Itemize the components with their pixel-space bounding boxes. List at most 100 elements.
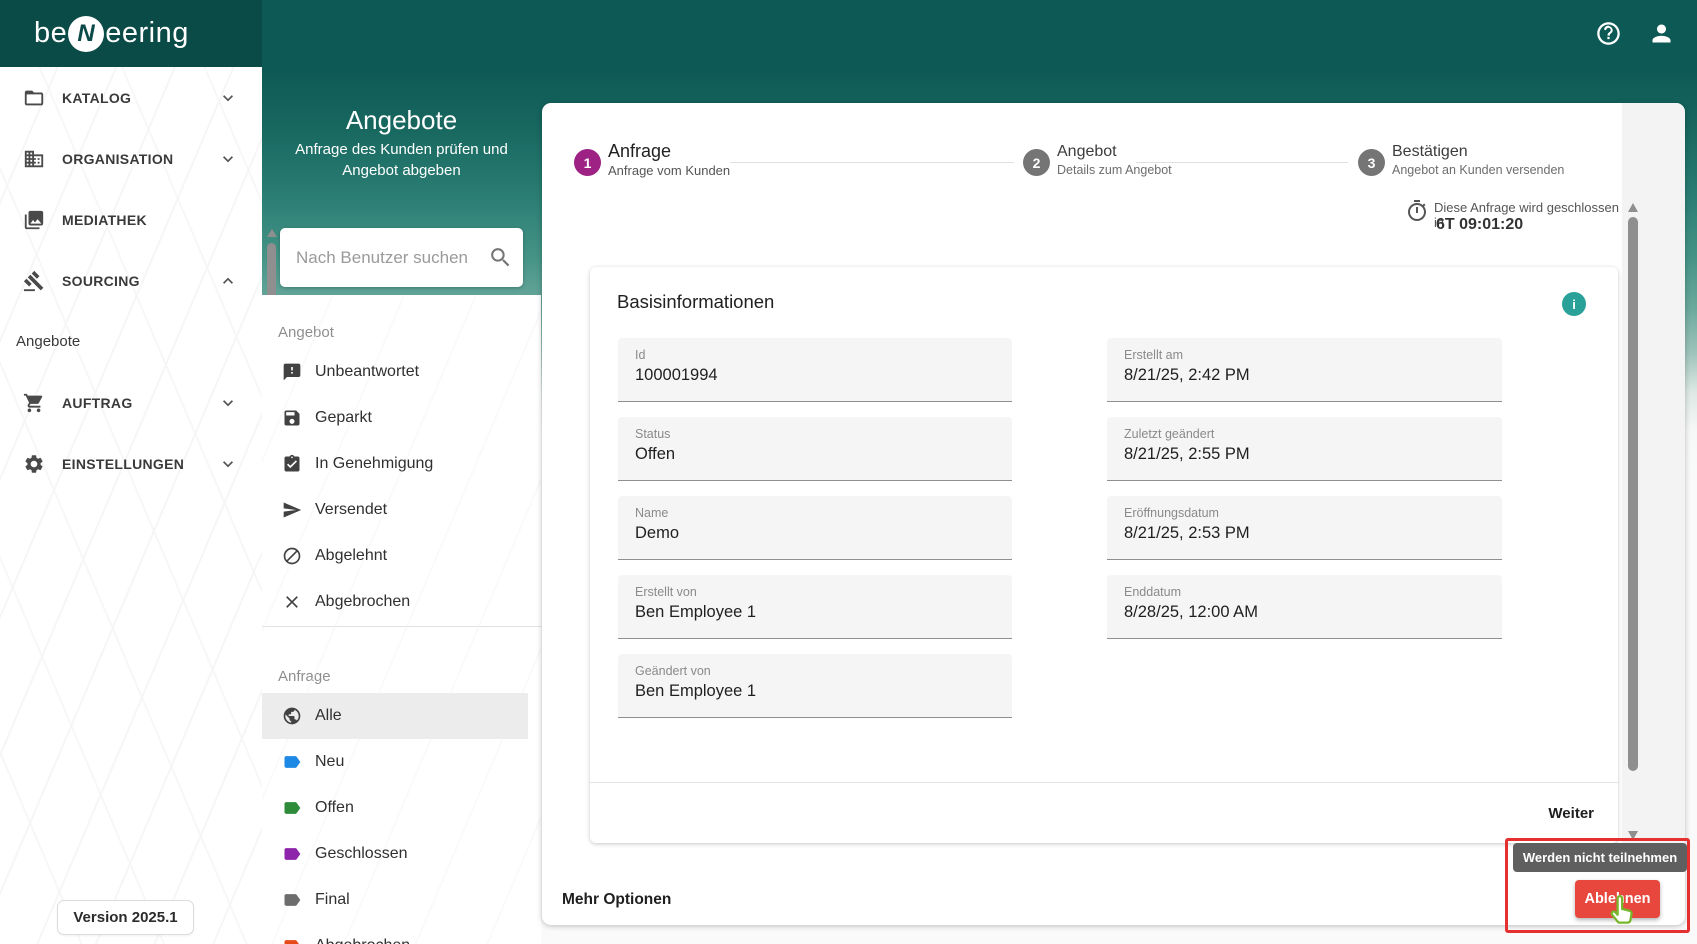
step-3-circle[interactable]: 3: [1358, 149, 1385, 176]
search-icon[interactable]: [488, 245, 513, 275]
filter-label: Abgelehnt: [315, 547, 387, 565]
filter-in-genehmigung[interactable]: In Genehmigung: [262, 441, 541, 487]
step-1-title: Anfrage: [608, 141, 671, 162]
filter-geparkt[interactable]: Geparkt: [262, 395, 541, 441]
filter-label: Unbeantwortet: [315, 363, 419, 381]
sidebar-item-sourcing[interactable]: SOURCING: [0, 250, 262, 311]
field-value: 100001994: [635, 366, 996, 385]
panel-subtitle: Anfrage des Kunden prüfen und Angebot ab…: [282, 139, 521, 181]
help-icon[interactable]: [1595, 20, 1622, 47]
field-erstellt-von: Erstellt von Ben Employee 1: [618, 575, 1012, 639]
app-header: beNeering: [0, 0, 1697, 67]
media-library-icon: [23, 209, 45, 231]
info-icon[interactable]: i: [1562, 292, 1586, 316]
step-3-title: Bestätigen: [1392, 143, 1468, 161]
logo-prefix: be: [34, 17, 67, 50]
field-value: Ben Employee 1: [635, 603, 996, 622]
filter-offen[interactable]: Offen: [262, 785, 541, 831]
filter-label: Final: [315, 891, 350, 909]
ablehnen-button[interactable]: Ablehnen: [1575, 880, 1660, 918]
sidebar-item-auftrag[interactable]: AUFTRAG: [0, 372, 262, 433]
field-erstellt-am: Erstellt am 8/21/25, 2:42 PM: [1107, 338, 1502, 402]
field-eroeffnungsdatum: Eröffnungsdatum 8/21/25, 2:53 PM: [1107, 496, 1502, 560]
user-account-icon[interactable]: [1648, 20, 1675, 47]
save-icon: [282, 408, 302, 428]
logo-block[interactable]: beNeering: [0, 0, 262, 67]
field-label: Eröffnungsdatum: [1124, 506, 1486, 520]
countdown-time: 6T 09:01:20: [1436, 216, 1523, 234]
sidebar-subitem-angebote[interactable]: Angebote: [0, 311, 262, 372]
filter-label: Geparkt: [315, 409, 372, 427]
sidebar-item-label: EINSTELLUNGEN: [62, 456, 184, 472]
field-label: Id: [635, 348, 996, 362]
field-zuletzt-geaendert: Zuletzt geändert 8/21/25, 2:55 PM: [1107, 417, 1502, 481]
app-logo: beNeering: [34, 16, 189, 52]
sidebar-item-mediathek[interactable]: MEDIATHEK: [0, 189, 262, 250]
tag-icon: [282, 844, 302, 864]
main-scrollbar-thumb[interactable]: [1628, 217, 1638, 771]
field-value: Ben Employee 1: [635, 682, 996, 701]
filter-abgebrochen-anfrage[interactable]: Abgebrochen: [262, 923, 541, 944]
weiter-button[interactable]: Weiter: [1540, 783, 1602, 844]
step-1-circle[interactable]: 1: [574, 149, 601, 176]
sidebar-item-einstellungen[interactable]: EINSTELLUNGEN: [0, 433, 262, 494]
sidebar: KATALOG ORGANISATION MEDIATHEK SOURCING …: [0, 67, 262, 944]
filter-label: Abgebrochen: [315, 937, 410, 944]
filter-list: Angebot Unbeantwortet Geparkt In Genehmi…: [262, 295, 541, 944]
field-id: Id 100001994: [618, 338, 1012, 402]
filter-geschlossen[interactable]: Geschlossen: [262, 831, 541, 877]
filter-label: Geschlossen: [315, 845, 408, 863]
mehr-optionen-button[interactable]: Mehr Optionen: [558, 883, 675, 917]
filter-label: Alle: [315, 707, 342, 725]
filter-label: In Genehmigung: [315, 455, 433, 473]
tag-icon: [282, 752, 302, 772]
stepper-connector: [1136, 162, 1348, 163]
search-input[interactable]: [296, 228, 486, 287]
field-value: 8/21/25, 2:42 PM: [1124, 366, 1486, 385]
sidebar-item-label: SOURCING: [62, 273, 140, 289]
filter-label: Abgebrochen: [315, 593, 410, 611]
tooltip: Werden nicht teilnehmen: [1513, 843, 1687, 872]
angebote-panel: Angebote Anfrage des Kunden prüfen und A…: [262, 67, 541, 944]
block-icon: [282, 546, 302, 566]
field-value: 8/21/25, 2:53 PM: [1124, 524, 1486, 543]
main-scroll-up-arrow[interactable]: [1628, 203, 1638, 212]
field-label: Erstellt von: [635, 585, 996, 599]
field-value: Demo: [635, 524, 996, 543]
page: beNeering KATALOG ORGANISATION MEDIATHEK: [0, 0, 1697, 944]
chevron-down-icon: [218, 393, 238, 413]
filter-final[interactable]: Final: [262, 877, 541, 923]
sidebar-item-label: MEDIATHEK: [62, 212, 147, 228]
filter-abgelehnt[interactable]: Abgelehnt: [262, 533, 541, 579]
filter-neu[interactable]: Neu: [262, 739, 541, 785]
step-2-circle[interactable]: 2: [1023, 149, 1050, 176]
field-label: Status: [635, 427, 996, 441]
sidebar-item-label: ORGANISATION: [62, 151, 173, 167]
fields-right-column: Erstellt am 8/21/25, 2:42 PM Zuletzt geä…: [1107, 338, 1502, 639]
gear-icon: [23, 453, 45, 475]
sidebar-item-organisation[interactable]: ORGANISATION: [0, 128, 262, 189]
filter-label: Offen: [315, 799, 354, 817]
tag-icon: [282, 798, 302, 818]
chevron-down-icon: [218, 88, 238, 108]
version-badge[interactable]: Version 2025.1: [57, 900, 194, 935]
main-scroll-down-arrow[interactable]: [1628, 831, 1638, 840]
field-name: Name Demo: [618, 496, 1012, 560]
field-label: Erstellt am: [1124, 348, 1486, 362]
filter-versendet[interactable]: Versendet: [262, 487, 541, 533]
stepper-connector: [730, 162, 1014, 163]
folder-icon: [23, 87, 45, 109]
header-actions: [1595, 0, 1675, 67]
sidebar-item-katalog[interactable]: KATALOG: [0, 67, 262, 128]
filter-abgebrochen[interactable]: Abgebrochen: [262, 579, 541, 625]
section-label-angebot: Angebot: [262, 295, 541, 349]
timer-icon: [1405, 199, 1429, 228]
send-icon: [282, 500, 302, 520]
field-enddatum: Enddatum 8/28/25, 12:00 AM: [1107, 575, 1502, 639]
cart-icon: [23, 392, 45, 414]
card-footer: Weiter: [590, 782, 1618, 843]
filter-label: Neu: [315, 753, 344, 771]
filter-alle[interactable]: Alle: [262, 693, 528, 739]
filter-unbeantwortet[interactable]: Unbeantwortet: [262, 349, 541, 395]
main-content-card: 1 Anfrage Anfrage vom Kunden 2 Angebot D…: [542, 103, 1685, 925]
